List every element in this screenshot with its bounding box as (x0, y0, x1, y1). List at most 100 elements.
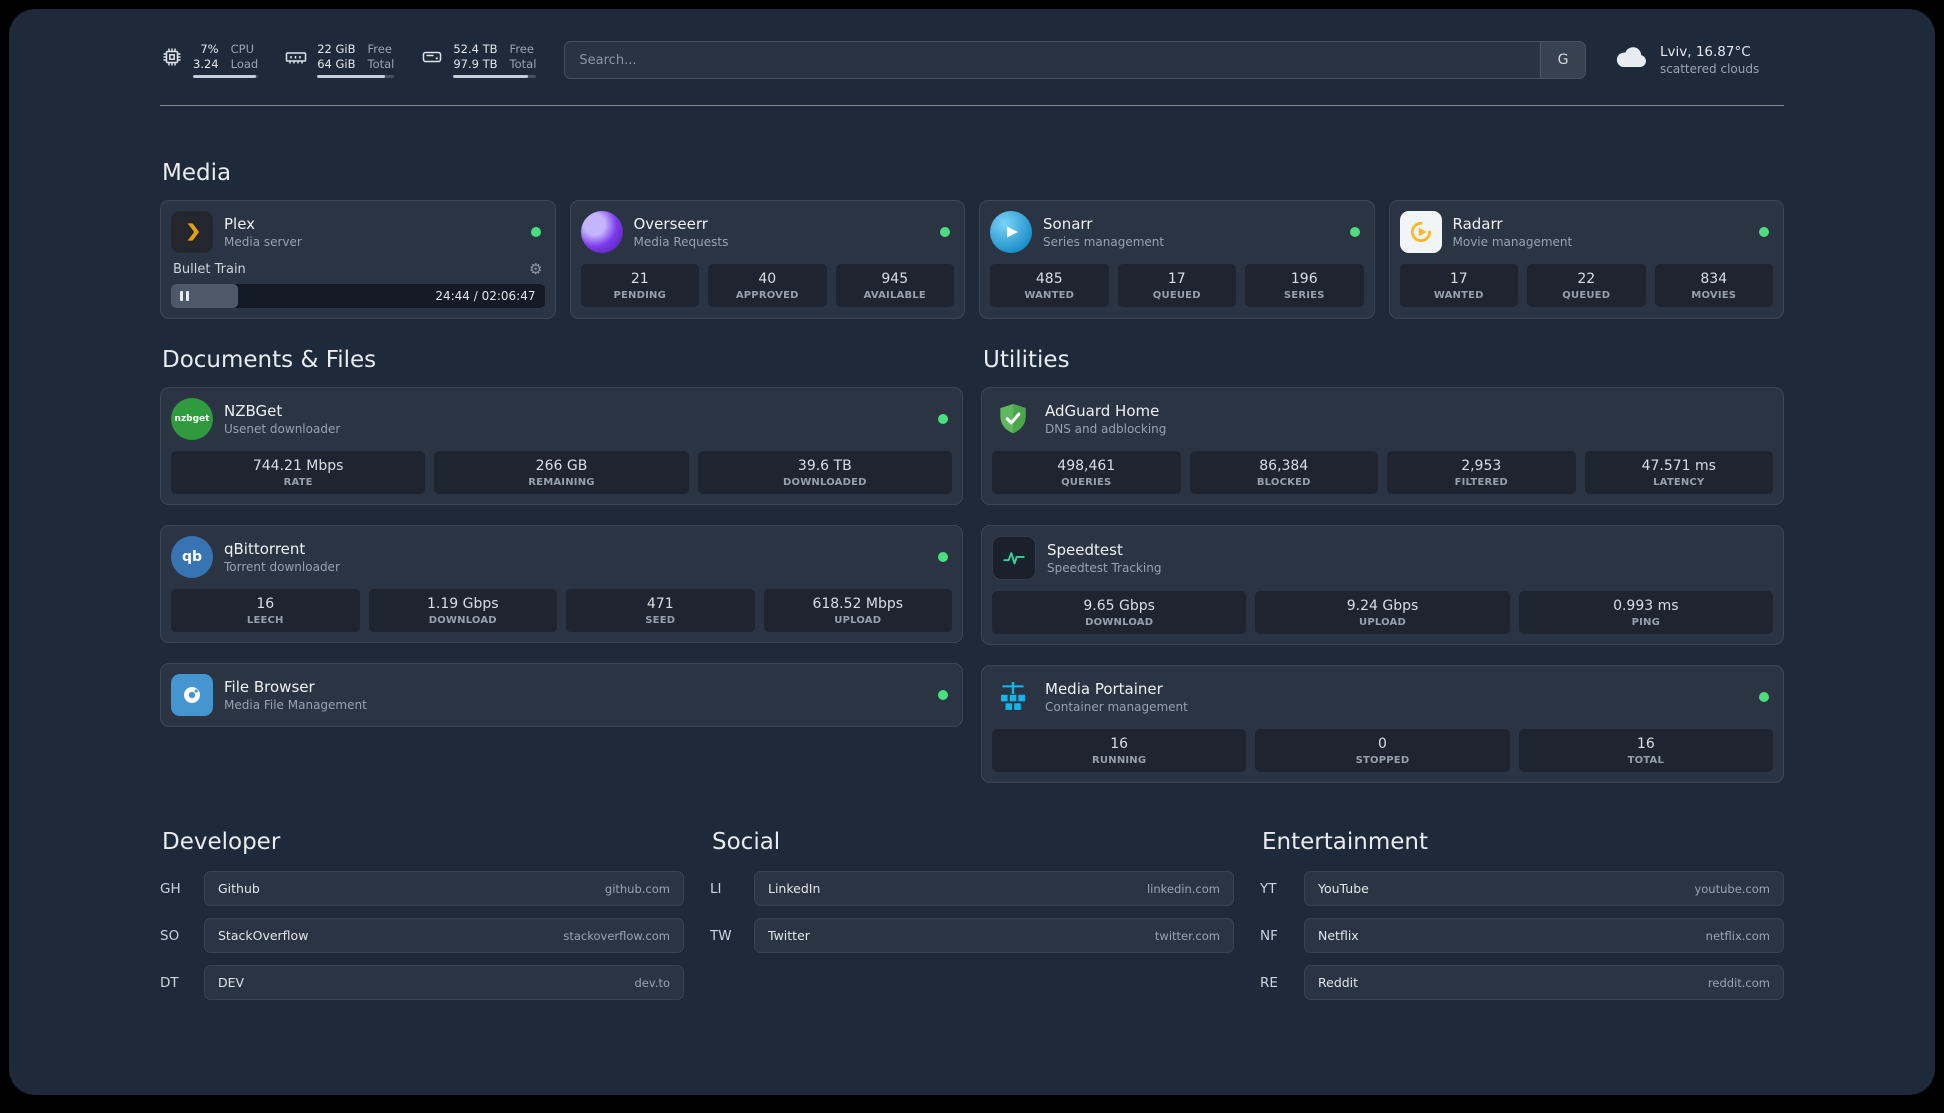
bookmark-link-github[interactable]: Github github.com (204, 871, 684, 906)
sonarr-subtitle: Series management (1043, 235, 1165, 249)
stat-label: DOWNLOAD (1085, 617, 1154, 628)
search-provider-button[interactable]: G (1540, 42, 1585, 78)
bookmark-link-stackoverflow[interactable]: StackOverflow stackoverflow.com (204, 918, 684, 953)
stat-label: WANTED (1024, 290, 1075, 301)
bookmark-url: netflix.com (1705, 928, 1770, 943)
radarr-icon (1399, 211, 1442, 253)
stat-label: APPROVED (735, 290, 799, 301)
stat-box: 16 RUNNING (992, 729, 1247, 772)
bookmark-row: LI LinkedIn linkedin.com (710, 871, 1234, 906)
adguard-name: AdGuard Home (1045, 402, 1160, 420)
service-card-plex: Plex Media server Bullet Train ⚙ 24:44 /… (160, 200, 556, 319)
bookmark-abbr: DT (160, 974, 179, 991)
service-card-radarr: Radarr Movie management 17 WANTED 22 QUE… (1388, 200, 1784, 319)
stat-value: 744.21 Mbps (252, 458, 344, 474)
speedtest-header[interactable]: Speedtest Speedtest Tracking (992, 536, 1773, 580)
stat-value: 471 (646, 596, 674, 612)
radarr-header[interactable]: Radarr Movie management (1399, 211, 1774, 253)
bookmark-url: github.com (604, 881, 670, 896)
search-bar: G (564, 41, 1586, 79)
bookmark-link-linkedin[interactable]: LinkedIn linkedin.com (754, 871, 1234, 906)
nzbget-header[interactable]: nzbget NZBGet Usenet downloader (171, 398, 952, 440)
qbittorrent-header[interactable]: qb qBittorrent Torrent downloader (171, 536, 952, 578)
bookmark-abbr: GH (160, 880, 181, 897)
cloud-icon (1614, 43, 1650, 77)
stat-value: 9.65 Gbps (1083, 598, 1155, 614)
bookmark-link-dev[interactable]: DEV dev.to (204, 965, 684, 1000)
stat-label: DOWNLOADED (783, 477, 867, 488)
bookmark-name: StackOverflow (218, 928, 309, 943)
adguard-icon (992, 398, 1034, 440)
bookmark-link-twitter[interactable]: Twitter twitter.com (754, 918, 1234, 953)
stat-label: SEED (645, 615, 676, 626)
stat-label: DOWNLOAD (428, 615, 497, 626)
bookmark-abbr: YT (1260, 880, 1277, 897)
stat-label: UPLOAD (834, 615, 882, 626)
plex-header[interactable]: Plex Media server (171, 211, 545, 253)
pause-icon[interactable] (180, 291, 189, 301)
bookmark-link-youtube[interactable]: YouTube youtube.com (1304, 871, 1784, 906)
overseerr-header[interactable]: Overseerr Media Requests (580, 211, 955, 253)
stat-value: 485 (1035, 271, 1063, 287)
portainer-name: Media Portainer (1045, 680, 1163, 698)
disk-free: 52.4 TB (453, 42, 498, 56)
gear-icon[interactable]: ⚙ (529, 262, 542, 277)
search-input[interactable] (565, 42, 1540, 78)
stat-value: 196 (1290, 271, 1318, 287)
bookmark-name: YouTube (1318, 881, 1369, 896)
bookmark-abbr: SO (160, 927, 180, 944)
stat-box: 744.21 Mbps RATE (171, 451, 426, 494)
filebrowser-name: File Browser (224, 678, 315, 696)
qbittorrent-icon: qb (171, 536, 213, 578)
radarr-name: Radarr (1452, 215, 1503, 233)
bookmark-link-reddit[interactable]: Reddit reddit.com (1304, 965, 1784, 1000)
service-card-overseerr: Overseerr Media Requests 21 PENDING 40 A… (569, 200, 965, 319)
bookmark-row: GH Github github.com (160, 871, 684, 906)
qbittorrent-status-dot (938, 552, 948, 562)
section-title-media: Media (162, 160, 232, 186)
cpu-label: CPU (230, 42, 254, 56)
stat-value: 0.993 ms (1613, 598, 1679, 614)
stat-box: 17 QUEUED (1117, 264, 1236, 307)
overseerr-subtitle: Media Requests (633, 235, 729, 249)
stat-value: 47.571 ms (1641, 458, 1716, 474)
adguard-header[interactable]: AdGuard Home DNS and adblocking (992, 398, 1773, 440)
filebrowser-subtitle: Media File Management (224, 698, 367, 712)
stat-label: LEECH (246, 615, 284, 626)
service-card-portainer: Media Portainer Container management 16 … (981, 665, 1784, 783)
stat-box: 0 STOPPED (1255, 729, 1510, 772)
bookmark-name: Netflix (1318, 928, 1359, 943)
bookmark-name: LinkedIn (768, 881, 821, 896)
stat-box: 17 WANTED (1399, 264, 1518, 307)
service-card-speedtest: Speedtest Speedtest Tracking 9.65 Gbps D… (981, 525, 1784, 645)
memory-free-label: Free (367, 42, 392, 56)
stat-box: 9.65 Gbps DOWNLOAD (992, 591, 1247, 634)
bookmark-abbr: LI (710, 880, 722, 897)
stat-label: WANTED (1433, 290, 1484, 301)
overseerr-icon (580, 211, 623, 253)
stat-label: LATENCY (1653, 477, 1705, 488)
bookmark-row: YT YouTube youtube.com (1260, 871, 1784, 906)
top-bar: 7% CPU 3.24 Load 22 GiB Free 64 GiB Tota… (160, 41, 1784, 79)
stat-value: 17 (1449, 271, 1468, 287)
stat-box: 47.571 ms LATENCY (1584, 451, 1773, 494)
header-divider (160, 105, 1784, 106)
overseerr-status-dot (940, 227, 950, 237)
filebrowser-header[interactable]: File Browser Media File Management (171, 674, 952, 716)
stat-value: 266 GB (535, 458, 588, 474)
stat-box: 86,384 BLOCKED (1189, 451, 1378, 494)
bookmark-title-developer: Developer (162, 829, 281, 855)
dashboard-panel: 7% CPU 3.24 Load 22 GiB Free 64 GiB Tota… (9, 9, 1935, 1095)
bookmark-link-netflix[interactable]: Netflix netflix.com (1304, 918, 1784, 953)
sonarr-header[interactable]: Sonarr Series management (990, 211, 1364, 253)
bookmark-abbr: NF (1260, 927, 1278, 944)
section-media: Media Plex Media server Bullet Train ⚙ 2… (160, 160, 1784, 319)
plex-player-bar: 24:44 / 02:06:47 (171, 284, 545, 308)
nzbget-subtitle: Usenet downloader (224, 422, 341, 436)
stat-value: 498,461 (1057, 458, 1116, 474)
bookmark-url: dev.to (634, 975, 671, 990)
portainer-header[interactable]: Media Portainer Container management (992, 676, 1773, 718)
stat-value: 16 (1636, 736, 1655, 752)
stat-label: RATE (283, 477, 313, 488)
plex-icon (171, 211, 213, 253)
